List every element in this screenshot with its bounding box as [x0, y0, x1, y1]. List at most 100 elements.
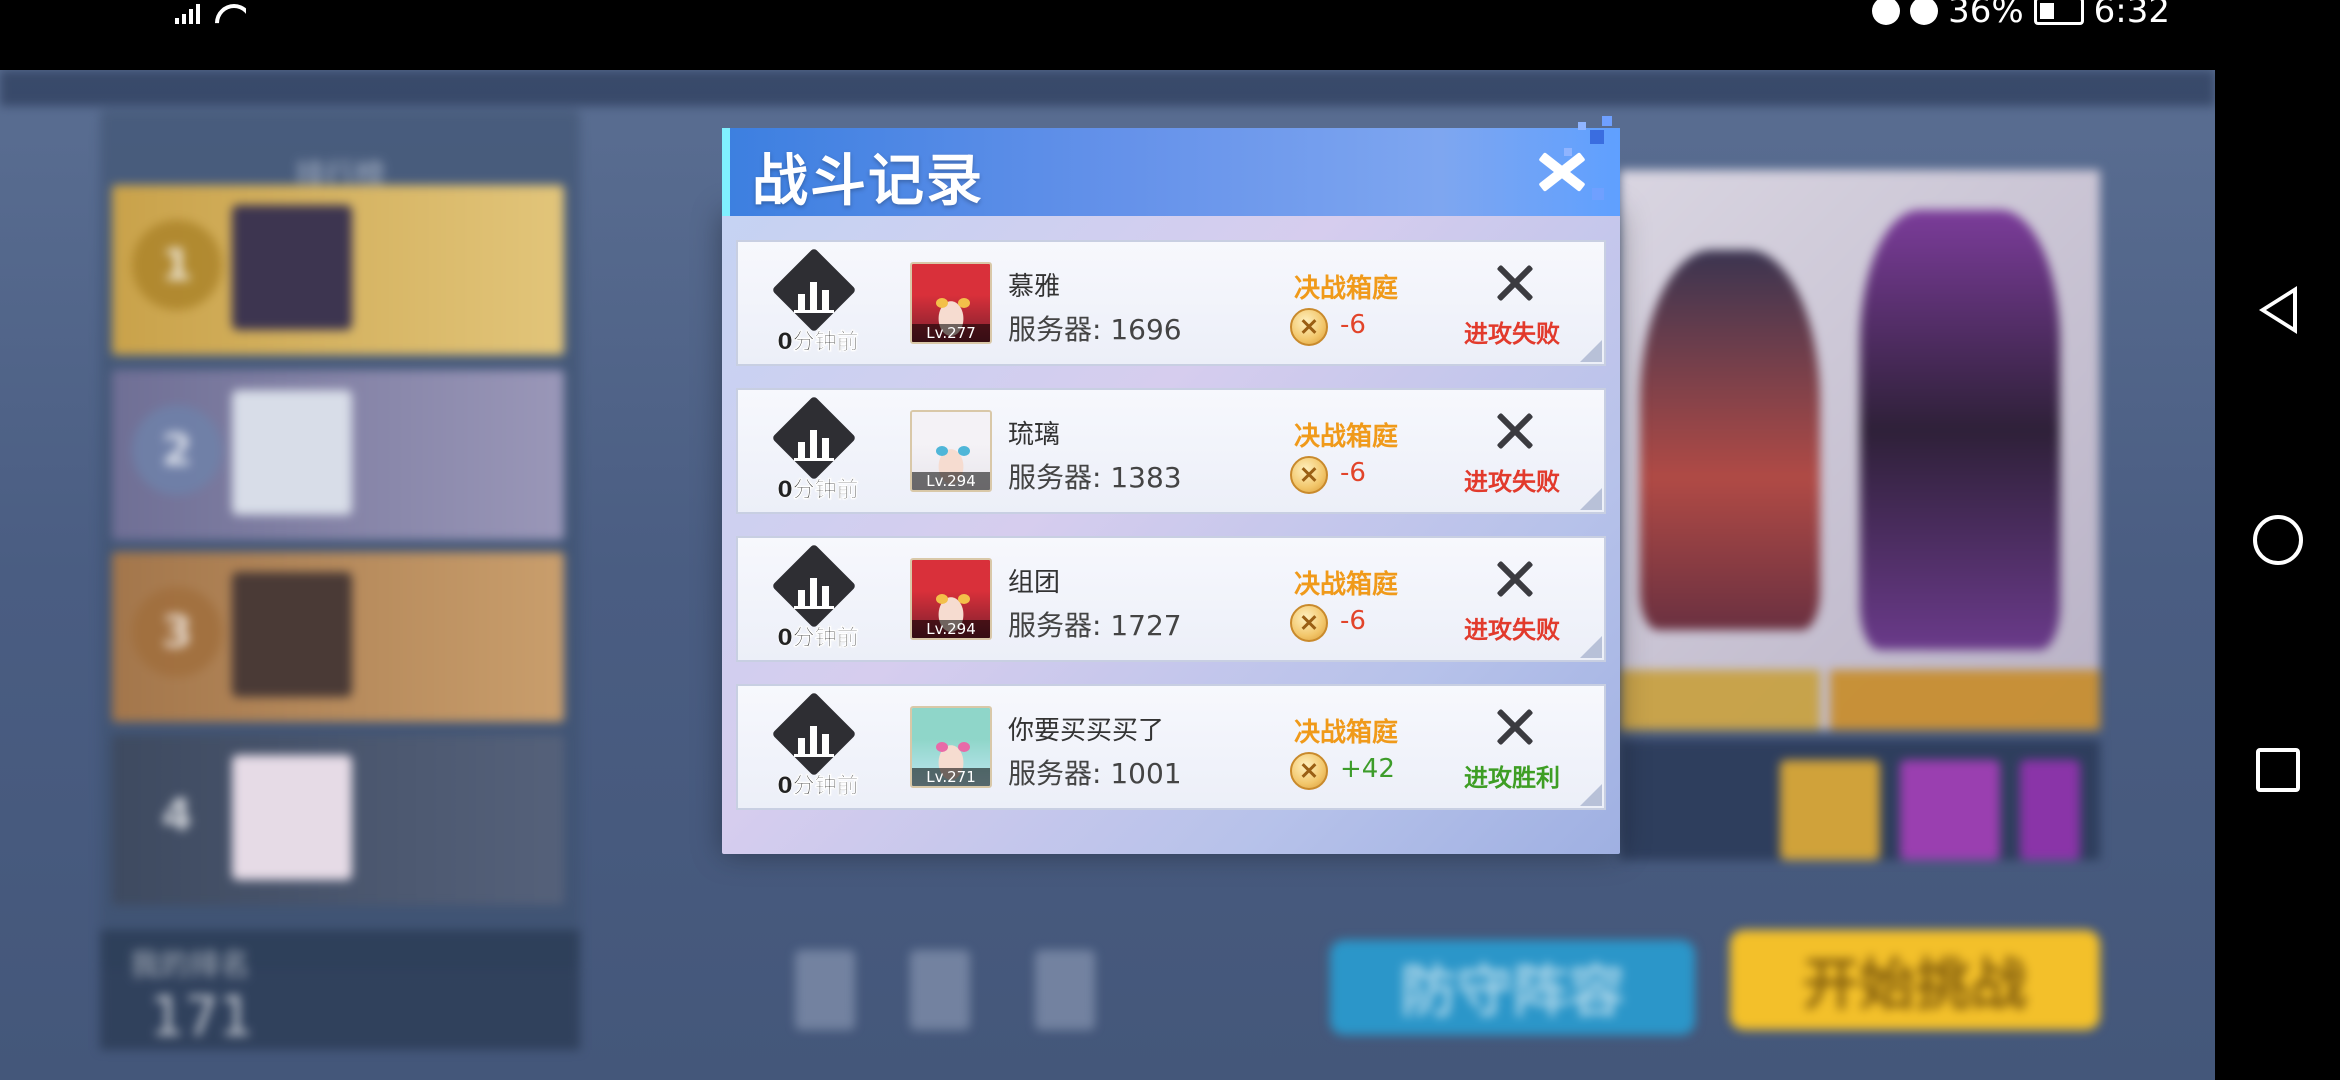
character-tag-1	[1620, 670, 1820, 730]
opponent-avatar[interactable]: Lv.294	[910, 558, 992, 640]
crossed-swords-medal-icon	[1290, 308, 1328, 346]
avatar-eye	[936, 446, 948, 456]
decor-pixel	[1602, 116, 1612, 126]
clock: 6:32	[2093, 0, 2170, 31]
battery-icon	[2033, 0, 2084, 25]
opponent-level: Lv.271	[912, 768, 990, 786]
time-badge: 0分钟前	[771, 691, 859, 799]
rank-badge: 1	[132, 220, 222, 310]
opponent-avatar[interactable]: Lv.271	[910, 706, 992, 788]
score-change: -6	[1340, 458, 1366, 488]
crossed-swords-icon	[1490, 408, 1538, 456]
record-row[interactable]: 0分钟前 Lv.294 组团 服务器: 1727 决战箱庭 -6 进攻失败	[736, 536, 1606, 662]
rank-badge: 2	[132, 405, 222, 495]
reward-item	[1900, 760, 2000, 860]
avatar-eye	[936, 742, 948, 752]
bottom-icon	[910, 950, 970, 1030]
avatar-eye	[936, 298, 948, 308]
opponent-server: 服务器: 1383	[1008, 461, 1182, 494]
home-button[interactable]	[2215, 495, 2340, 585]
battle-result: 进攻胜利	[1464, 764, 1560, 792]
battle-result: 进攻失败	[1464, 320, 1560, 348]
crossed-swords-medal-icon	[1290, 456, 1328, 494]
bar-chart-icon	[794, 566, 834, 609]
crossed-swords-icon	[1490, 556, 1538, 604]
avatar	[232, 755, 352, 880]
decor-pixel	[1578, 122, 1586, 130]
status-bar: 36% 6:32	[0, 0, 2215, 70]
defense-lineup-button: 防守阵容	[1330, 940, 1695, 1035]
avatar-eye	[958, 742, 970, 752]
wifi-icon	[214, 2, 246, 24]
decor-pixel	[1592, 188, 1604, 200]
avatar-eye	[958, 446, 970, 456]
crossed-swords-medal-icon	[1290, 752, 1328, 790]
battle-mode: 决战箱庭	[1294, 718, 1399, 748]
opponent-name: 琉璃	[1008, 420, 1061, 450]
crossed-swords-icon	[1490, 260, 1538, 308]
battle-result: 进攻失败	[1464, 468, 1560, 496]
recents-button[interactable]	[2215, 725, 2340, 815]
battle-result: 进攻失败	[1464, 616, 1560, 644]
opponent-avatar[interactable]: Lv.277	[910, 262, 992, 344]
dialog-header: 战斗记录	[722, 128, 1620, 216]
avatar-eye	[936, 594, 948, 604]
rank-card-3: 3	[112, 552, 564, 722]
back-button[interactable]	[2215, 265, 2340, 355]
my-rank-label: 我的排名	[130, 948, 250, 983]
opponent-name: 组团	[1008, 568, 1061, 598]
rank-card-2: 2	[112, 370, 564, 540]
score-change: +42	[1340, 754, 1395, 784]
record-time: 0分钟前	[777, 774, 859, 799]
rank-card-4: 4	[112, 735, 564, 905]
battery-percent: 36%	[1948, 0, 2024, 31]
opponent-level: Lv.294	[912, 472, 990, 490]
crossed-swords-medal-icon	[1290, 604, 1328, 642]
navigation-bar	[2215, 0, 2340, 1080]
bar-chart-icon	[794, 714, 834, 757]
opponent-level: Lv.294	[912, 620, 990, 638]
opponent-avatar[interactable]: Lv.294	[910, 410, 992, 492]
recents-icon	[2255, 748, 2300, 792]
record-row[interactable]: 0分钟前 Lv.271 你要买买买了 服务器: 1001 决战箱庭 +42 进攻…	[736, 684, 1606, 810]
back-icon	[2258, 286, 2297, 334]
record-row[interactable]: 0分钟前 Lv.277 慕雅 服务器: 1696 决战箱庭 -6 进攻失败	[736, 240, 1606, 366]
battle-mode: 决战箱庭	[1294, 570, 1399, 600]
bottom-icon	[795, 950, 855, 1030]
score-change: -6	[1340, 310, 1366, 340]
avatar	[232, 572, 352, 697]
alarm-icon	[1872, 0, 1901, 25]
opponent-server: 服务器: 1696	[1008, 313, 1182, 346]
opponent-character-2	[1860, 210, 2060, 650]
close-button[interactable]	[1532, 142, 1592, 202]
record-time: 0分钟前	[777, 626, 859, 651]
my-rank-value: 171	[150, 985, 254, 1048]
start-challenge-button: 开始挑战	[1730, 930, 2100, 1030]
avatar-eye	[958, 594, 970, 604]
bar-chart-icon	[794, 418, 834, 461]
avatar	[232, 205, 352, 330]
time-badge: 0分钟前	[771, 543, 859, 651]
opponent-server: 服务器: 1727	[1008, 609, 1182, 642]
battle-mode: 决战箱庭	[1294, 422, 1399, 452]
rank-badge: 3	[132, 587, 222, 677]
home-icon	[2252, 515, 2303, 565]
opponent-level: Lv.277	[912, 324, 990, 342]
battle-record-dialog: 战斗记录 0分钟前 Lv.277 慕雅 服务器: 1696 决战箱庭 -6 进攻…	[722, 116, 1620, 854]
decor-pixel	[1590, 130, 1604, 144]
dialog-title: 战斗记录	[752, 149, 984, 214]
record-row[interactable]: 0分钟前 Lv.294 琉璃 服务器: 1383 决战箱庭 -6 进攻失败	[736, 388, 1606, 514]
time-badge: 0分钟前	[771, 395, 859, 503]
record-time: 0分钟前	[777, 330, 859, 355]
battle-mode: 决战箱庭	[1294, 274, 1399, 304]
mute-icon	[1910, 0, 1939, 25]
score-change: -6	[1340, 606, 1366, 636]
bg-top-bar	[0, 70, 2215, 106]
opponent-server: 服务器: 1001	[1008, 757, 1182, 790]
reward-item	[1780, 760, 1880, 860]
record-time: 0分钟前	[777, 478, 859, 503]
signal-icon	[175, 4, 200, 24]
crossed-swords-icon	[1490, 704, 1538, 752]
status-left	[175, 0, 246, 24]
reward-item	[2020, 760, 2080, 860]
